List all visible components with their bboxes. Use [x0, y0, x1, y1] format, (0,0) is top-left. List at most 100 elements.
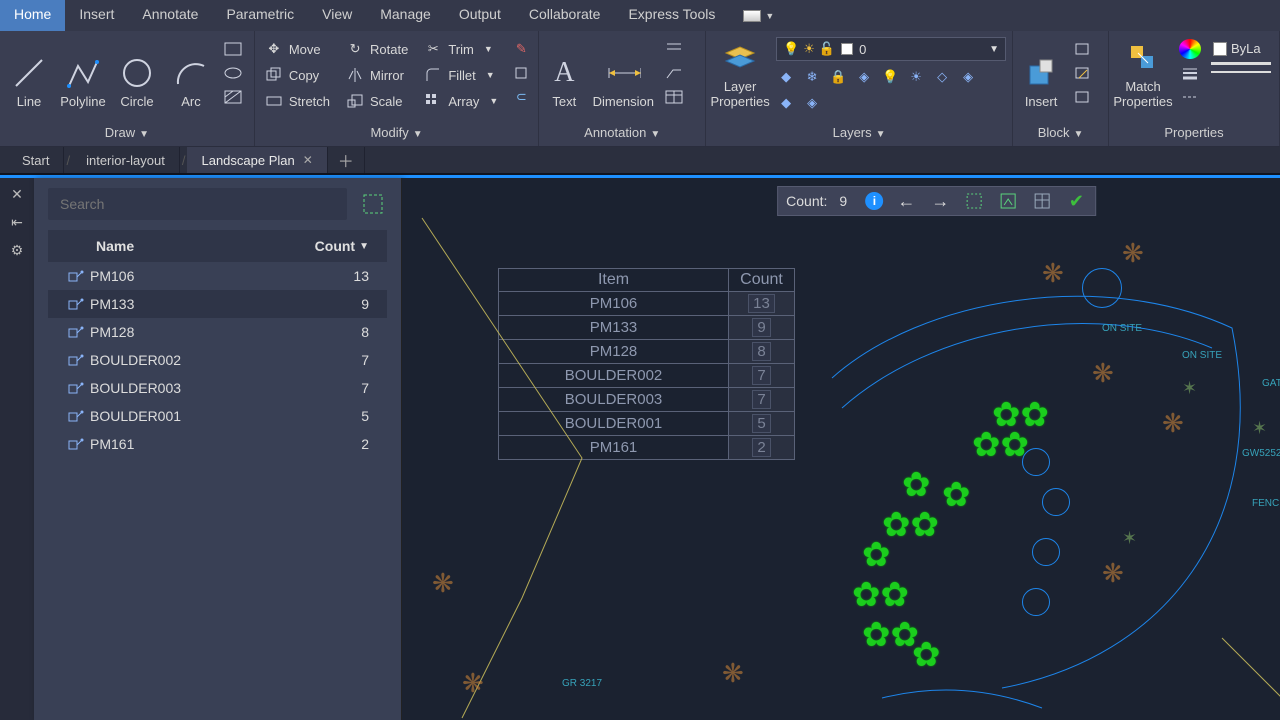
rotate-button[interactable]: ↻Rotate: [342, 37, 412, 61]
menu-tab-manage[interactable]: Manage: [366, 0, 445, 31]
selection-icon[interactable]: [359, 190, 387, 218]
group-title-block: Block: [1038, 125, 1070, 140]
move-button[interactable]: ✥Move: [261, 37, 334, 61]
search-input[interactable]: [48, 188, 347, 220]
chevron-down-icon[interactable]: ▼: [876, 129, 886, 140]
linetype-icon[interactable]: [1179, 87, 1201, 107]
next-arrow-icon[interactable]: →: [929, 190, 951, 212]
block-insert-button[interactable]: Insert: [1015, 35, 1067, 113]
hatch-icon[interactable]: [222, 87, 244, 107]
count-palette: Name Count ▼ PM10613PM1339PM1288BOULDER0…: [34, 178, 402, 720]
menu-tab-home[interactable]: Home: [0, 0, 65, 31]
chevron-down-icon[interactable]: ▼: [650, 129, 660, 140]
gear-icon[interactable]: ⚙: [7, 240, 27, 260]
layer-freeze-icon[interactable]: ❄: [802, 67, 822, 87]
layer-off-icon[interactable]: ◆: [776, 67, 796, 87]
match-properties-button[interactable]: MatchProperties: [1111, 35, 1175, 113]
stretch-button[interactable]: Stretch: [261, 89, 334, 113]
erase-icon[interactable]: ✎: [510, 39, 532, 59]
block-attr-icon[interactable]: [1071, 87, 1093, 107]
zoom-selection-icon[interactable]: [997, 190, 1019, 212]
color-wheel-icon[interactable]: [1179, 39, 1201, 59]
block-create-icon[interactable]: [1071, 39, 1093, 59]
layer-thaw-icon[interactable]: ☀: [906, 67, 926, 87]
text-button[interactable]: A Text: [541, 35, 587, 113]
file-tab-landscape[interactable]: Landscape Plan ✕: [187, 147, 327, 173]
line-button[interactable]: Line: [2, 35, 56, 113]
cell-count: 8: [729, 340, 795, 364]
file-tab-interior[interactable]: interior-layout: [72, 147, 180, 173]
trim-button[interactable]: ✂Trim▼: [420, 37, 502, 61]
leader2-icon[interactable]: [663, 63, 685, 83]
drawing-canvas[interactable]: Count: 9 i ← → ✔ Item Count PM10613PM133…: [402, 178, 1280, 720]
list-header[interactable]: Name Count ▼: [48, 230, 387, 262]
list-item[interactable]: BOULDER0027: [48, 346, 387, 374]
ribbon-group-draw: Line Polyline Circle Arc Draw▼: [0, 31, 255, 146]
block-edit-icon[interactable]: [1071, 63, 1093, 83]
mirror-button[interactable]: Mirror: [342, 63, 412, 87]
close-tab-icon[interactable]: ✕: [303, 153, 313, 167]
list-item[interactable]: PM1339: [48, 290, 387, 318]
layer-iso-icon[interactable]: ◈: [854, 67, 874, 87]
menu-tab-express-tools[interactable]: Express Tools: [614, 0, 729, 31]
file-tab-start[interactable]: Start: [8, 147, 64, 173]
layer-lock-icon[interactable]: 🔒: [828, 67, 848, 87]
insert-table-icon[interactable]: [1031, 190, 1053, 212]
rectangle-icon[interactable]: [222, 39, 244, 59]
layer-dropdown[interactable]: 💡 ☀ 🔓 0 ▼: [776, 37, 1006, 61]
layer-match-icon[interactable]: ◇: [932, 67, 952, 87]
chevron-down-icon[interactable]: ▼: [413, 129, 423, 140]
chevron-down-icon[interactable]: ▼: [139, 129, 149, 140]
menu-tab-insert[interactable]: Insert: [65, 0, 128, 31]
info-icon[interactable]: i: [865, 192, 883, 210]
linetype-combo[interactable]: [1211, 71, 1271, 73]
table-head-count: Count: [729, 269, 795, 292]
arc-button[interactable]: Arc: [164, 35, 218, 113]
file-tabs: Start / interior-layout / Landscape Plan…: [0, 147, 1280, 175]
menu-tab-output[interactable]: Output: [445, 0, 515, 31]
list-item[interactable]: PM1612: [48, 430, 387, 458]
block-ref-icon: [68, 409, 90, 423]
lineweight-combo[interactable]: [1211, 62, 1271, 65]
list-item[interactable]: PM1288: [48, 318, 387, 346]
canvas-count-table[interactable]: Item Count PM10613PM1339PM1288BOULDER002…: [498, 268, 795, 460]
menu-featured-apps[interactable]: ▼: [729, 0, 788, 31]
chevron-down-icon[interactable]: ▼: [1073, 129, 1083, 140]
array-button[interactable]: Array▼: [420, 89, 502, 113]
polyline-button[interactable]: Polyline: [56, 35, 110, 113]
prev-arrow-icon[interactable]: ←: [895, 190, 917, 212]
list-item[interactable]: PM10613: [48, 262, 387, 290]
collapse-icon[interactable]: ⇤: [7, 212, 27, 232]
ellipse-icon[interactable]: [222, 63, 244, 83]
confirm-icon[interactable]: ✔: [1065, 190, 1087, 212]
circle-button[interactable]: Circle: [110, 35, 164, 113]
zoom-extents-icon[interactable]: [963, 190, 985, 212]
layer-state-icon[interactable]: ◈: [802, 93, 822, 113]
copy-button[interactable]: Copy: [261, 63, 334, 87]
match-props-icon: [1125, 40, 1161, 76]
menu-tab-annotate[interactable]: Annotate: [128, 0, 212, 31]
color-combo[interactable]: ByLa: [1209, 39, 1273, 58]
layer-properties-button[interactable]: LayerProperties: [708, 35, 772, 113]
leader-icon[interactable]: [663, 39, 685, 59]
explode-icon[interactable]: [510, 63, 532, 83]
list-item[interactable]: BOULDER0037: [48, 374, 387, 402]
dimension-button[interactable]: Dimension: [587, 35, 659, 113]
menu-tab-parametric[interactable]: Parametric: [212, 0, 308, 31]
menu-tab-view[interactable]: View: [308, 0, 366, 31]
lock-icon: 🔓: [819, 41, 835, 57]
table-icon[interactable]: [663, 87, 685, 107]
layer-walk-icon[interactable]: ◆: [776, 93, 796, 113]
list-item[interactable]: BOULDER0015: [48, 402, 387, 430]
layer-on-icon[interactable]: 💡: [880, 67, 900, 87]
canvas-label-gw5252: GW5252: [1242, 448, 1280, 459]
layer-copy-icon[interactable]: ◈: [958, 67, 978, 87]
offset-icon[interactable]: ⊂: [510, 87, 532, 107]
fillet-button[interactable]: Fillet▼: [420, 63, 502, 87]
new-tab-button[interactable]: ＋: [328, 147, 365, 173]
scale-button[interactable]: Scale: [342, 89, 412, 113]
lineweight-icon[interactable]: [1179, 63, 1201, 83]
close-panel-icon[interactable]: ✕: [7, 184, 27, 204]
menu-tab-collaborate[interactable]: Collaborate: [515, 0, 615, 31]
dimension-icon: [605, 55, 641, 91]
